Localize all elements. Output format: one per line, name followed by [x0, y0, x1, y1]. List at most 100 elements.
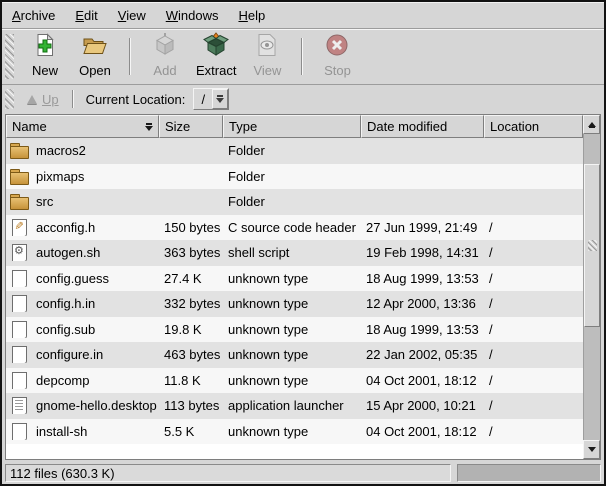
cell-size: 363 bytes [159, 245, 223, 260]
cell-type: Folder [223, 143, 361, 158]
table-row[interactable]: gnome-hello.desktop113 bytesapplication … [6, 393, 583, 419]
table-row[interactable]: autogen.sh363 bytesshell script19 Feb 19… [6, 240, 583, 266]
toolbar: New Open [2, 29, 604, 85]
location-combo[interactable]: / [193, 88, 229, 110]
file-name: pixmaps [36, 169, 84, 184]
cell-name: install-sh [6, 423, 159, 440]
table-row[interactable]: depcomp11.8 Kunknown type04 Oct 2001, 18… [6, 368, 583, 394]
open-button[interactable]: Open [70, 31, 120, 82]
cell-name: config.guess [6, 270, 159, 287]
file-name: configure.in [36, 347, 103, 362]
up-arrow-icon [27, 95, 37, 104]
file-name: config.guess [36, 271, 109, 286]
table-row[interactable]: acconfig.h150 bytesC source code header2… [6, 215, 583, 241]
add-files-icon [152, 32, 178, 61]
new-button[interactable]: New [20, 31, 70, 82]
stop-button: Stop [312, 31, 362, 82]
location-bar: Up Current Location: / [2, 85, 604, 113]
cell-type: application launcher [223, 398, 361, 413]
extract-icon [203, 32, 229, 61]
table-row[interactable]: macros2 Folder [6, 138, 583, 164]
table-row[interactable]: config.sub19.8 Kunknown type18 Aug 1999,… [6, 317, 583, 343]
file-icon [10, 423, 29, 440]
cell-name: src [6, 193, 159, 210]
toolbar-separator [301, 38, 303, 75]
file-name: depcomp [36, 373, 89, 388]
archive-manager-window: Archive Edit View Windows Help New Open [0, 0, 606, 486]
scroll-down-button[interactable] [583, 440, 600, 459]
menu-help[interactable]: Help [235, 6, 268, 25]
column-header-type[interactable]: Type [223, 115, 361, 138]
extract-button[interactable]: Extract [190, 31, 242, 82]
cell-name: config.sub [6, 321, 159, 338]
open-archive-icon [82, 32, 108, 61]
file-icon [10, 270, 29, 287]
cell-name: macros2 [6, 142, 159, 159]
cell-name: acconfig.h [6, 219, 159, 236]
cell-date-modified: 18 Aug 1999, 13:53 [361, 322, 484, 337]
cell-location: / [484, 347, 583, 362]
cell-name: depcomp [6, 372, 159, 389]
menubar: Archive Edit View Windows Help [2, 2, 604, 29]
table-row[interactable]: config.h.in332 bytesunknown type12 Apr 2… [6, 291, 583, 317]
file-name: src [36, 194, 53, 209]
table-row[interactable]: config.guess27.4 Kunknown type18 Aug 199… [6, 266, 583, 292]
location-combo-value: / [194, 89, 212, 109]
cell-size: 150 bytes [159, 220, 223, 235]
column-header-size[interactable]: Size [159, 115, 223, 138]
cell-location: / [484, 373, 583, 388]
new-button-label: New [32, 63, 58, 78]
menu-archive[interactable]: Archive [9, 6, 58, 25]
file-icon [10, 346, 29, 363]
file-list: macros2FolderpixmapsFoldersrcFolderaccon… [6, 138, 583, 459]
column-header-label: Date modified [367, 119, 447, 134]
locationbar-drag-handle[interactable] [5, 89, 14, 109]
file-name: config.sub [36, 322, 95, 337]
cell-size: 332 bytes [159, 296, 223, 311]
cell-location: / [484, 220, 583, 235]
menu-windows[interactable]: Windows [163, 6, 222, 25]
up-accel: Up [42, 92, 59, 107]
cell-location: / [484, 296, 583, 311]
table-row[interactable]: srcFolder [6, 189, 583, 215]
location-dropdown-button[interactable] [212, 89, 228, 109]
cell-name: config.h.in [6, 295, 159, 312]
vertical-scrollbar[interactable] [583, 115, 600, 459]
table-row[interactable]: install-sh5.5 Kunknown type04 Oct 2001, … [6, 419, 583, 445]
table-row[interactable]: pixmapsFolder [6, 164, 583, 190]
cell-size: 19.8 K [159, 322, 223, 337]
stop-button-label: Stop [324, 63, 351, 78]
column-header-label: Size [165, 119, 190, 134]
file-name: autogen.sh [36, 245, 100, 260]
column-header-date-modified[interactable]: Date modified [361, 115, 484, 138]
menu-view[interactable]: View [115, 6, 149, 25]
file-name: install-sh [36, 424, 87, 439]
column-header-label: Type [229, 119, 257, 134]
cell-location: / [484, 245, 583, 260]
up-button-label: Up [42, 92, 59, 107]
scroll-down-icon [588, 447, 596, 452]
scroll-up-button[interactable] [583, 115, 600, 134]
table-row[interactable]: configure.in463 bytesunknown type22 Jan … [6, 342, 583, 368]
file-icon [10, 372, 29, 389]
file-name: gnome-hello.desktop [36, 398, 157, 413]
folder-icon [10, 193, 29, 210]
cell-location: / [484, 424, 583, 439]
column-header-label: Location [490, 119, 539, 134]
cell-date-modified: 15 Apr 2000, 10:21 [361, 398, 484, 413]
file-count-status: 112 files (630.3 K) [5, 464, 451, 482]
menu-edit[interactable]: Edit [72, 6, 100, 25]
up-button: Up [20, 90, 66, 109]
scrollbar-trough[interactable] [583, 134, 600, 440]
cell-location: / [484, 398, 583, 413]
cell-name: pixmaps [6, 168, 159, 185]
file-name: config.h.in [36, 296, 95, 311]
column-header-name[interactable]: Name [6, 115, 159, 138]
cell-size: 27.4 K [159, 271, 223, 286]
toolbar-drag-handle[interactable] [5, 34, 14, 79]
scrollbar-thumb[interactable] [584, 164, 600, 327]
sort-indicator-icon [145, 123, 153, 131]
view-button: View [242, 31, 292, 82]
file-count-text: 112 files (630.3 K) [10, 466, 115, 481]
column-header-location[interactable]: Location [484, 115, 583, 138]
